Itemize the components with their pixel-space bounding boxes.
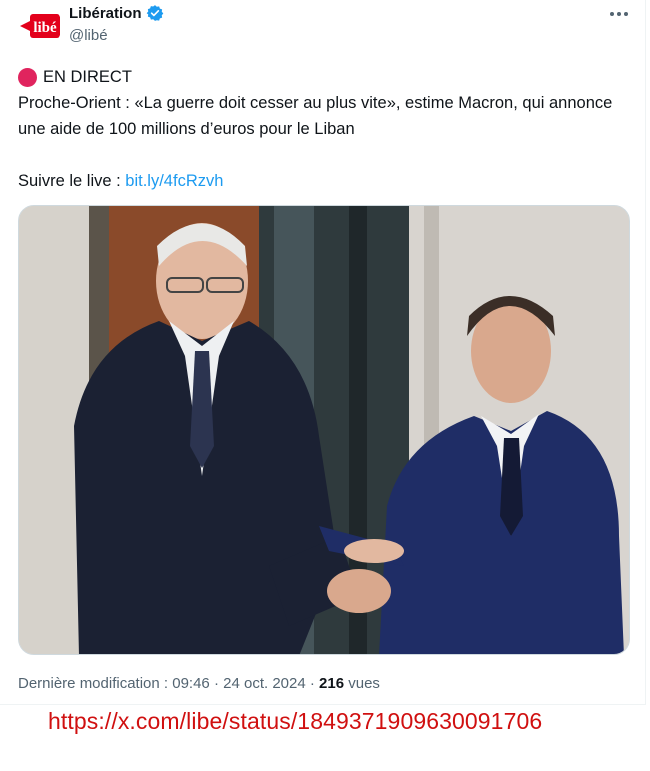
tweet-text: EN DIRECT Proche-Orient : «La guerre doi… bbox=[18, 64, 633, 194]
live-line: EN DIRECT bbox=[18, 64, 633, 90]
headline: Proche-Orient : «La guerre doit cesser a… bbox=[18, 94, 613, 138]
tweet-time[interactable]: 09:46 bbox=[172, 675, 210, 692]
separator-2: · bbox=[305, 675, 320, 692]
views-count: 216 bbox=[319, 675, 345, 692]
tweet-metadata: Dernière modification : 09:46 · 24 oct. … bbox=[18, 675, 380, 692]
more-options-icon bbox=[610, 12, 628, 16]
modified-label: Dernière modification : bbox=[18, 675, 173, 692]
more-options-button[interactable] bbox=[606, 4, 632, 24]
name-row: Libération bbox=[69, 4, 164, 22]
red-circle-icon bbox=[18, 67, 37, 87]
live-label: EN DIRECT bbox=[43, 68, 132, 86]
separator-1: · bbox=[209, 675, 224, 692]
libe-logo-icon: libé bbox=[20, 14, 60, 38]
tweet-photo[interactable] bbox=[18, 205, 630, 655]
source-url-caption: https://x.com/libe/status/18493719096300… bbox=[48, 708, 543, 734]
display-name[interactable]: Libération bbox=[69, 5, 142, 22]
account-avatar[interactable]: libé bbox=[18, 4, 62, 48]
tweet-date[interactable]: 24 oct. 2024 bbox=[223, 675, 306, 692]
views-label: vues bbox=[344, 675, 380, 692]
follow-prefix: Suivre le live : bbox=[18, 172, 126, 190]
logo-text: libé bbox=[33, 20, 57, 36]
follow-link[interactable]: bit.ly/4fcRzvh bbox=[125, 172, 223, 190]
account-handle[interactable]: @libé bbox=[69, 27, 108, 44]
follow-line: Suivre le live : bit.ly/4fcRzvh bbox=[18, 168, 633, 194]
photo-illustration bbox=[19, 206, 629, 654]
verified-badge-icon bbox=[146, 5, 163, 21]
tweet-card: libé Libération @libé EN DIRECT Proche-O… bbox=[0, 0, 646, 705]
